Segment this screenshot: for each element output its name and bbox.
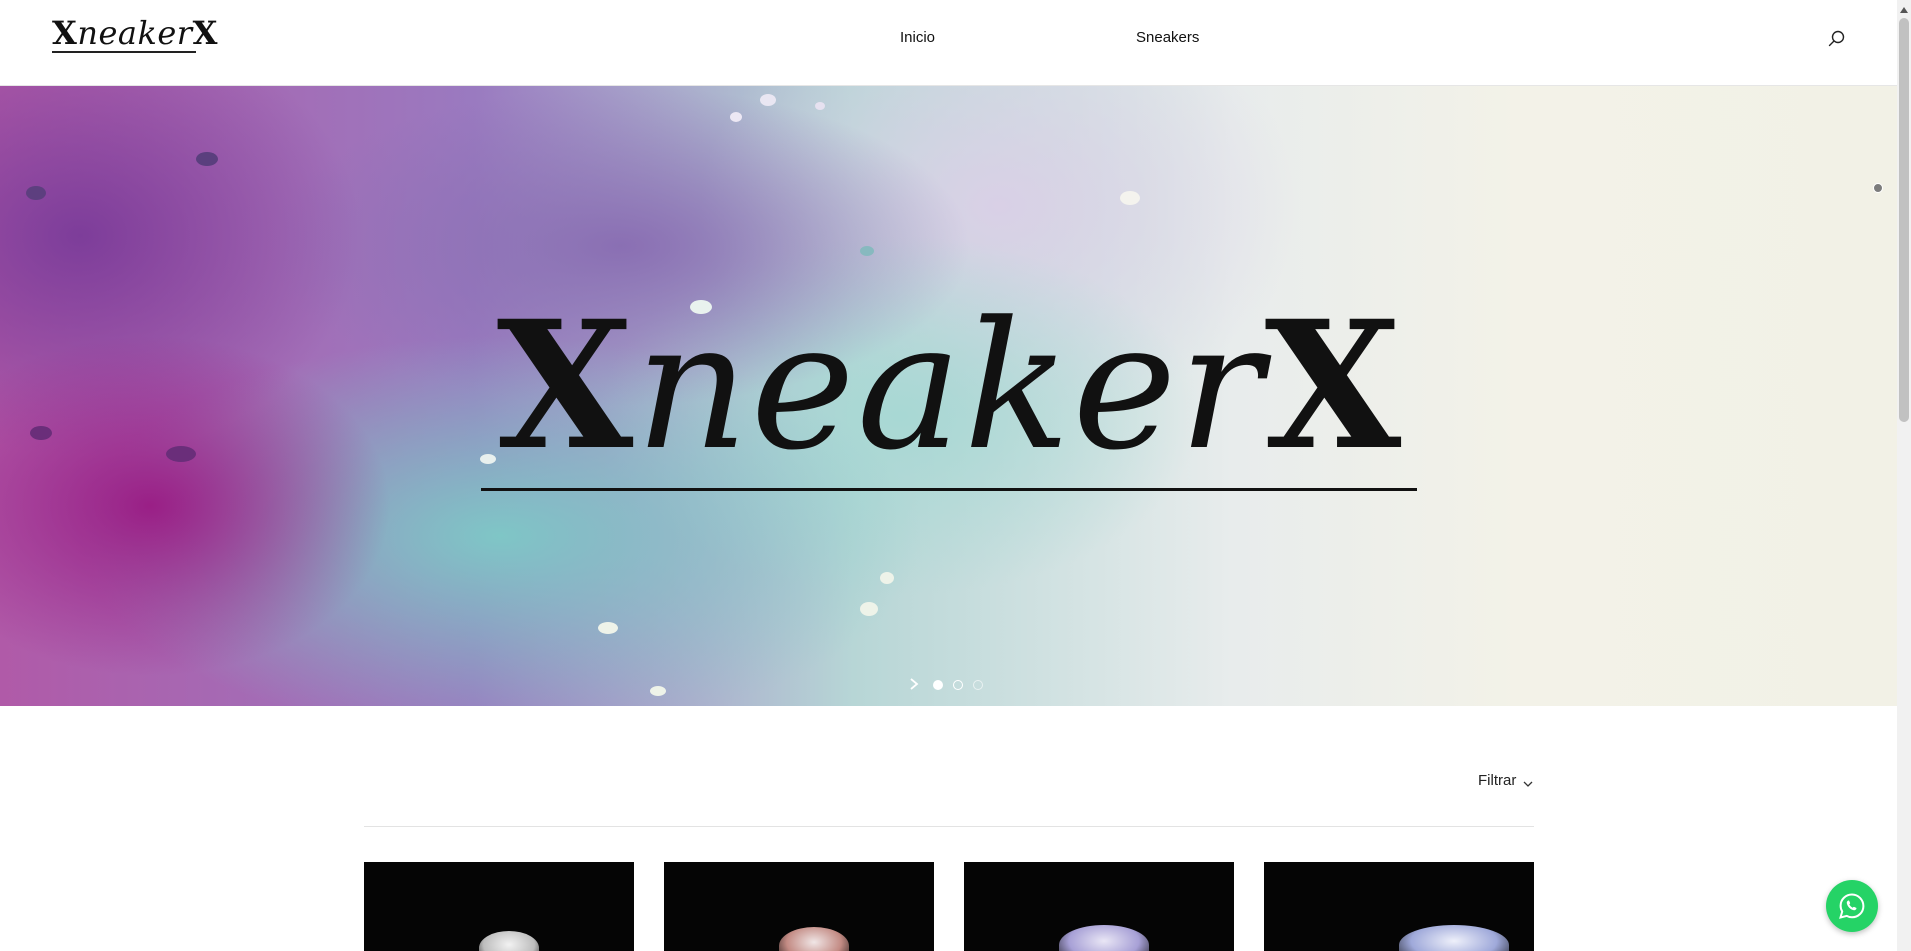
scroll-up-arrow-icon[interactable] [1899,2,1909,13]
product-card-3[interactable] [964,862,1234,951]
hero-logo: XneakerX [480,296,1420,496]
logo-middle: neaker [77,14,193,52]
logo-underline [52,51,196,53]
whatsapp-icon[interactable] [1826,880,1878,932]
site-header: XneakerX Inicio Sneakers [0,0,1897,86]
filter-divider [364,826,1534,827]
sneaker-image [779,927,849,951]
nav-link-inicio[interactable]: Inicio [900,29,935,46]
sneaker-image [1059,925,1149,951]
logo-wordmark: XneakerX [52,14,218,52]
product-card-4[interactable] [1264,862,1534,951]
hero-wordmark-middle: neaker [635,284,1265,489]
page: XneakerX Inicio Sneakers XneakerX Filtra… [0,0,1911,951]
hero-banner: XneakerX [0,86,1897,706]
slider-dot-3[interactable] [973,680,983,690]
site-logo[interactable]: XneakerX [52,16,217,56]
slider-dot-1[interactable] [933,680,943,690]
search-icon[interactable] [1826,28,1848,50]
filter-button[interactable]: Filtrar [1478,772,1516,789]
scrollbar-thumb[interactable] [1899,18,1909,422]
sneaker-image [479,931,539,951]
chevron-down-icon[interactable] [1523,776,1533,787]
sneaker-image [1399,925,1509,951]
chevron-right-icon[interactable] [907,677,921,691]
slider-dot-2[interactable] [953,680,963,690]
hero-wordmark: XneakerX [496,282,1404,489]
product-card-2[interactable] [664,862,934,951]
slide-indicator-marker[interactable] [1873,183,1883,193]
nav-link-sneakers[interactable]: Sneakers [1136,29,1199,46]
product-card-1[interactable] [364,862,634,951]
page-scrollbar[interactable] [1897,0,1911,951]
hero-logo-underline [481,488,1417,491]
